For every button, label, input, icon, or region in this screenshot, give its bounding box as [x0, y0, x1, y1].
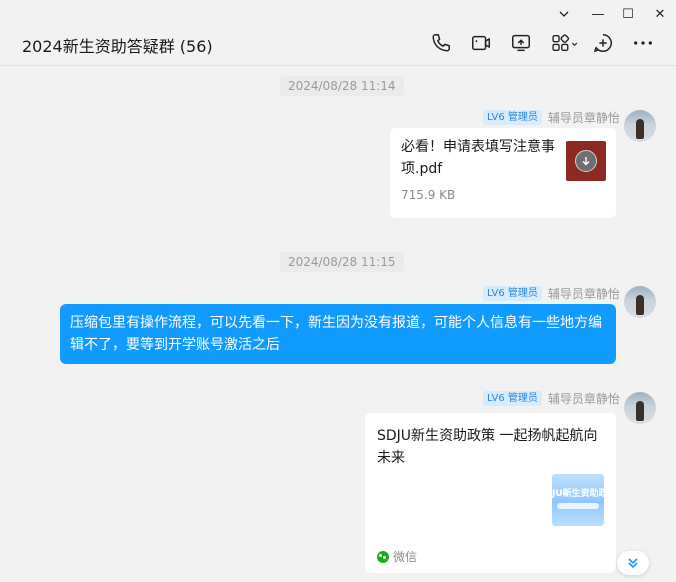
- screen-share-icon[interactable]: [509, 31, 533, 55]
- sender-meta: LV6 管理员 辅导员章静怡: [483, 390, 620, 406]
- link-message[interactable]: SDJU新生资助政策 一起扬帆起航向未来 JU新生资助政 微信: [365, 413, 616, 573]
- pdf-file-icon: [566, 141, 606, 181]
- title-bar: — ☐ ✕ 2024新生资助答疑群 (56): [0, 0, 676, 66]
- chevron-down-icon[interactable]: [553, 4, 575, 24]
- scroll-to-bottom-button[interactable]: [617, 551, 649, 575]
- maximize-button[interactable]: ☐: [617, 4, 639, 24]
- chat-title: 2024新生资助答疑群 (56): [22, 37, 213, 56]
- apps-icon[interactable]: [549, 31, 581, 55]
- avatar[interactable]: [624, 392, 656, 424]
- sender-name[interactable]: 辅导员章静怡: [548, 285, 620, 302]
- link-thumbnail: JU新生资助政: [552, 474, 604, 526]
- sender-name[interactable]: 辅导员章静怡: [548, 390, 620, 407]
- message-timestamp: 2024/08/28 11:15: [280, 252, 404, 272]
- close-button[interactable]: ✕: [649, 4, 671, 24]
- role-badge: LV6 管理员: [483, 109, 542, 125]
- file-message[interactable]: 必看！申请表填写注意事项.pdf 715.9 KB: [390, 128, 616, 218]
- download-icon[interactable]: [575, 150, 597, 172]
- link-title: SDJU新生资助政策 一起扬帆起航向未来: [377, 428, 598, 466]
- sender-meta: LV6 管理员 辅导员章静怡: [483, 285, 620, 301]
- minimize-button[interactable]: —: [587, 4, 609, 24]
- chat-area[interactable]: 2024/08/28 11:14 LV6 管理员 辅导员章静怡 必看！申请表填写…: [0, 67, 676, 582]
- phone-icon[interactable]: [429, 31, 453, 55]
- message-timestamp: 2024/08/28 11:14: [280, 76, 404, 96]
- wechat-icon: [377, 550, 389, 563]
- more-icon[interactable]: [631, 31, 655, 55]
- text-message[interactable]: 压缩包里有操作流程，可以先看一下，新生因为没有报道，可能个人信息有一些地方编辑不…: [60, 304, 616, 364]
- role-badge: LV6 管理员: [483, 285, 542, 301]
- source-label: 微信: [393, 550, 418, 564]
- sender-meta: LV6 管理员 辅导员章静怡: [483, 109, 620, 125]
- double-chevron-down-icon: [628, 558, 638, 569]
- add-icon[interactable]: [591, 31, 615, 55]
- link-source: 微信: [377, 548, 417, 565]
- file-size: 715.9 KB: [401, 188, 456, 202]
- avatar[interactable]: [624, 110, 656, 142]
- avatar[interactable]: [624, 286, 656, 318]
- video-icon[interactable]: [469, 31, 493, 55]
- thumbnail-text: JU新生资助政: [552, 489, 604, 499]
- file-name: 必看！申请表填写注意事项.pdf: [401, 139, 555, 177]
- role-badge: LV6 管理员: [483, 390, 542, 406]
- sender-name[interactable]: 辅导员章静怡: [548, 109, 620, 126]
